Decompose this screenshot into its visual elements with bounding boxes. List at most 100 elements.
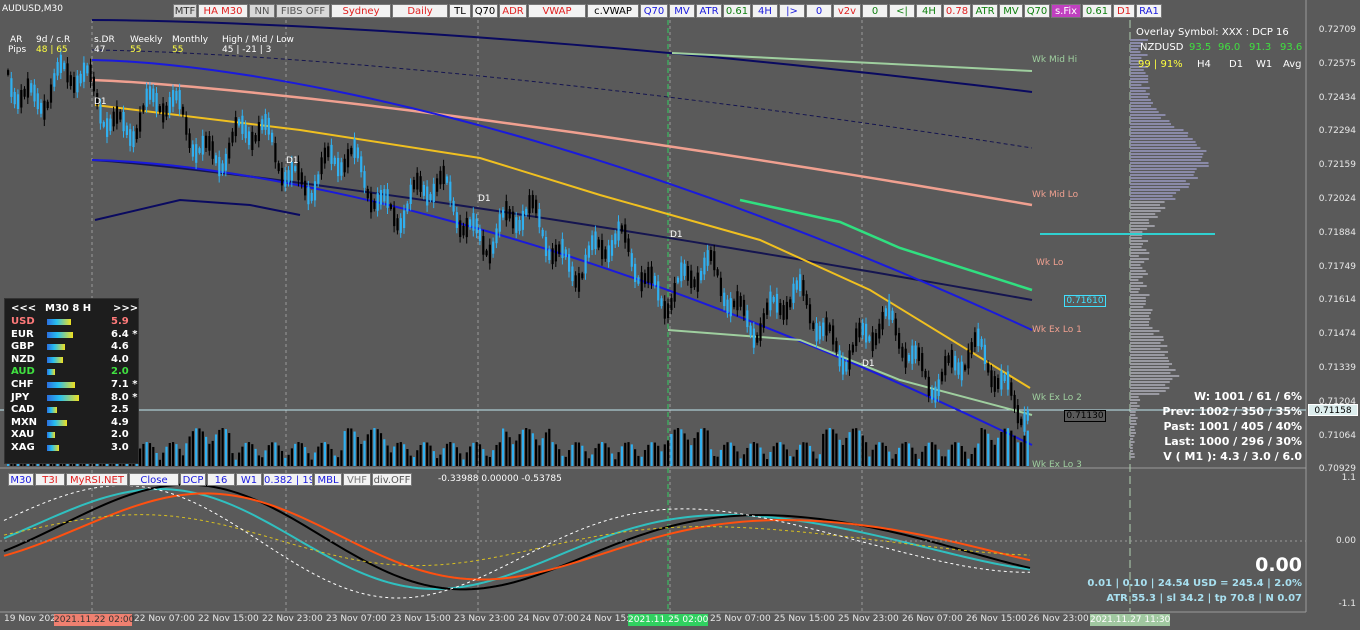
price-axis-label: 0.71339 (1319, 363, 1356, 373)
volume-bar (284, 458, 286, 466)
toolbar-button-vwap-9[interactable]: VWAP (528, 4, 586, 18)
time-axis-label: 26 Nov 23:00 (1028, 614, 1089, 624)
volume-bar (875, 445, 877, 466)
toolbar-button-sydney-4[interactable]: Sydney (331, 4, 391, 18)
channel-upper-blue (92, 60, 1032, 330)
volume-bar (928, 443, 930, 466)
toolbar-button-v2v-18[interactable]: v2v (833, 4, 861, 18)
candle-body (693, 279, 695, 287)
volume-bar (334, 456, 336, 466)
volume-bar (525, 428, 527, 466)
candle-body (43, 101, 45, 120)
toolbar-button-q70-7[interactable]: Q70 (472, 4, 498, 18)
oscillator-button-mbl-8[interactable]: MBL (314, 473, 342, 486)
oscillator-button-div-off-10[interactable]: div.OFF (372, 473, 412, 486)
candle-body (93, 77, 95, 92)
candle-body (568, 254, 570, 272)
strength-row-chf: CHF 7.1 * (5, 379, 140, 391)
volume-bar (789, 456, 791, 466)
oscillator-button-16-5[interactable]: 16 (207, 473, 235, 486)
toolbar-button-q70-25[interactable]: Q70 (1024, 4, 1050, 18)
price-chart[interactable] (0, 0, 1360, 630)
toolbar-button-d1-28[interactable]: D1 (1113, 4, 1135, 18)
toolbar-button-ha-m30-1[interactable]: HA M30 (198, 4, 248, 18)
candle-body (726, 300, 728, 314)
oscillator-button-vhf-9[interactable]: VHF (343, 473, 371, 486)
toolbar-button-0-61-27[interactable]: 0.61 (1082, 4, 1112, 18)
price-box-lower[interactable]: 0.71130 (1064, 410, 1106, 422)
oscillator-button-0-382-19-7[interactable]: 0.382 | 19 (263, 473, 313, 486)
toolbar-button---16[interactable]: |> (779, 4, 805, 18)
toolbar-button-tl-6[interactable]: TL (449, 4, 471, 18)
oscillator-button-dcp-4[interactable]: DCP (180, 473, 206, 486)
candle-body (796, 280, 798, 289)
toolbar-button-q70-11[interactable]: Q70 (640, 4, 668, 18)
candle-body (799, 274, 801, 291)
candle-body (855, 328, 857, 346)
volume-bar (733, 446, 735, 466)
volume-bar (492, 450, 494, 466)
toolbar-button-4h-21[interactable]: 4H (916, 4, 942, 18)
volume-bar (957, 443, 959, 466)
price-box-upper[interactable]: 0.71610 (1064, 295, 1106, 307)
time-axis-label: 23 Nov 15:00 (390, 614, 451, 624)
volume-bar (175, 444, 177, 466)
candle-body (393, 207, 395, 226)
oscillator-button-myrsi-net-2[interactable]: MyRSI.NET (66, 473, 128, 486)
oscillator-button-close-3[interactable]: Close (129, 473, 179, 486)
candle-body (641, 272, 643, 291)
toolbar-button-0-17[interactable]: 0 (806, 4, 832, 18)
price-axis-label: 0.71474 (1319, 329, 1356, 339)
candle-body (812, 323, 814, 329)
candle-body (816, 323, 818, 341)
volume-bar (948, 450, 950, 466)
volume-bar (799, 445, 801, 466)
volume-bar (314, 452, 316, 466)
toolbar-button-0-19[interactable]: 0 (862, 4, 888, 18)
toolbar-button-atr-13[interactable]: ATR (696, 4, 722, 18)
strength-prev-button[interactable]: <<< (11, 303, 36, 314)
volume-bar (291, 448, 293, 466)
volume-bar (1027, 431, 1029, 466)
volume-bar (185, 443, 187, 466)
strength-bar (47, 432, 55, 438)
toolbar-button-mtf-0[interactable]: MTF (173, 4, 197, 18)
candle-body (195, 144, 197, 163)
toolbar-button---20[interactable]: <| (889, 4, 915, 18)
candle-body (624, 224, 626, 242)
candle-body (476, 219, 478, 234)
toolbar-button-adr-8[interactable]: ADR (499, 4, 527, 18)
toolbar-button-4h-15[interactable]: 4H (752, 4, 778, 18)
symbol-menu-icon[interactable] (0, 4, 8, 12)
toolbar-button-s-fix-26[interactable]: s.Fix (1051, 4, 1081, 18)
volume-bar (462, 459, 464, 466)
volume-bar (1020, 442, 1022, 466)
candle-body (555, 245, 557, 262)
candle-body (73, 77, 75, 93)
strength-next-button[interactable]: >>> (113, 303, 138, 314)
toolbar-button-mv-12[interactable]: MV (669, 4, 695, 18)
volume-bar (700, 429, 702, 466)
toolbar-button-mv-24[interactable]: MV (999, 4, 1023, 18)
oscillator-button-m30-0[interactable]: M30 (8, 473, 34, 486)
toolbar-button-c-vwap-10[interactable]: c.VWAP (587, 4, 639, 18)
toolbar-button-ra1-29[interactable]: RA1 (1136, 4, 1162, 18)
osc-axis-mid: 0.00 (1336, 536, 1356, 546)
volume-bar (317, 447, 319, 466)
candle-body (169, 97, 171, 113)
time-axis-label: 22 Nov 23:00 (262, 614, 323, 624)
candle-body (489, 245, 491, 264)
toolbar-button-daily-5[interactable]: Daily (392, 4, 448, 18)
candle-body (528, 195, 530, 213)
oscillator-button-w1-6[interactable]: W1 (236, 473, 262, 486)
candle-body (426, 186, 428, 205)
toolbar-button-0-78-22[interactable]: 0.78 (943, 4, 971, 18)
overlay-tf-d1: D1 (1229, 59, 1243, 70)
toolbar-button-fibs-off-3[interactable]: FIBS OFF (276, 4, 330, 18)
toolbar-button-nn-2[interactable]: NN (249, 4, 275, 18)
toolbar-button-atr-23[interactable]: ATR (972, 4, 998, 18)
oscillator-button-t3i-1[interactable]: T3I (35, 473, 65, 486)
volume-bar (829, 428, 831, 466)
volume-bar (528, 429, 530, 466)
toolbar-button-0-61-14[interactable]: 0.61 (723, 4, 751, 18)
